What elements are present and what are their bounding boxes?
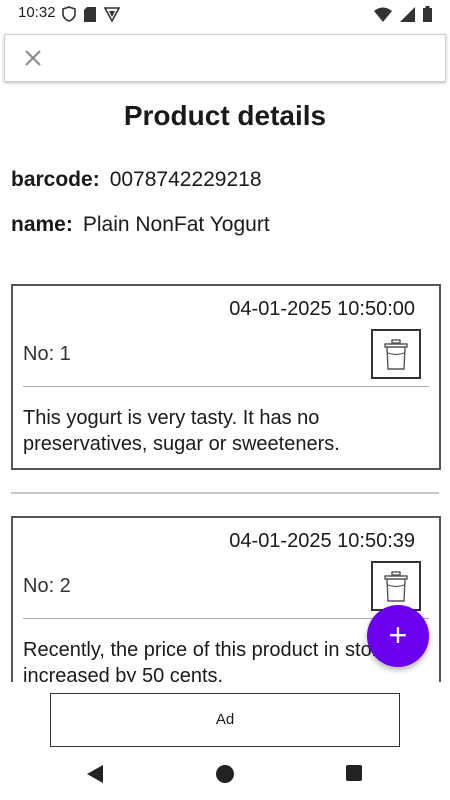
delete-button[interactable] <box>371 329 421 379</box>
review-date: 04-01-2025 10:50:00 <box>229 298 415 320</box>
trash-icon <box>384 571 408 602</box>
sd-card-icon <box>84 6 96 22</box>
battery-icon <box>423 6 432 22</box>
add-review-button[interactable]: + <box>367 605 429 667</box>
status-time: 10:32 <box>18 4 56 21</box>
card-divider <box>23 386 429 387</box>
status-bar: 10:32 <box>0 0 450 28</box>
ad-banner[interactable]: Ad <box>50 693 400 747</box>
review-number: No: 2 <box>23 575 71 597</box>
page-title: Product details <box>123 100 327 131</box>
back-icon[interactable] <box>85 764 105 784</box>
name-value: Plain NonFat Yogurt <box>82 213 270 236</box>
trash-icon <box>384 339 408 370</box>
shield-icon <box>62 6 76 22</box>
wifi-icon <box>374 7 392 22</box>
recents-icon[interactable] <box>345 764 363 782</box>
barcode-value: 0078742229218 <box>109 168 262 191</box>
navigation-bar <box>0 752 450 800</box>
search-input[interactable] <box>59 43 433 75</box>
list-divider <box>11 492 439 494</box>
card-divider <box>23 618 429 619</box>
close-icon[interactable] <box>21 46 45 70</box>
barcode-row: barcode: 0078742229218 <box>11 168 262 192</box>
vpn-icon <box>104 6 120 22</box>
review-date: 04-01-2025 10:50:39 <box>229 530 415 552</box>
search-bar <box>4 34 446 82</box>
review-number: No: 1 <box>23 343 71 365</box>
review-card: 04-01-2025 10:50:00 No: 1 This yogurt is… <box>11 284 441 470</box>
barcode-label: barcode: <box>11 168 100 191</box>
review-text: Recently, the price of this product in s… <box>23 639 390 682</box>
name-row: name: Plain NonFat Yogurt <box>11 213 270 237</box>
delete-button[interactable] <box>371 561 421 611</box>
name-label: name: <box>11 213 73 236</box>
home-icon[interactable] <box>215 764 235 784</box>
review-text: This yogurt is very tasty. It has no pre… <box>23 407 340 455</box>
signal-icon <box>400 6 415 22</box>
